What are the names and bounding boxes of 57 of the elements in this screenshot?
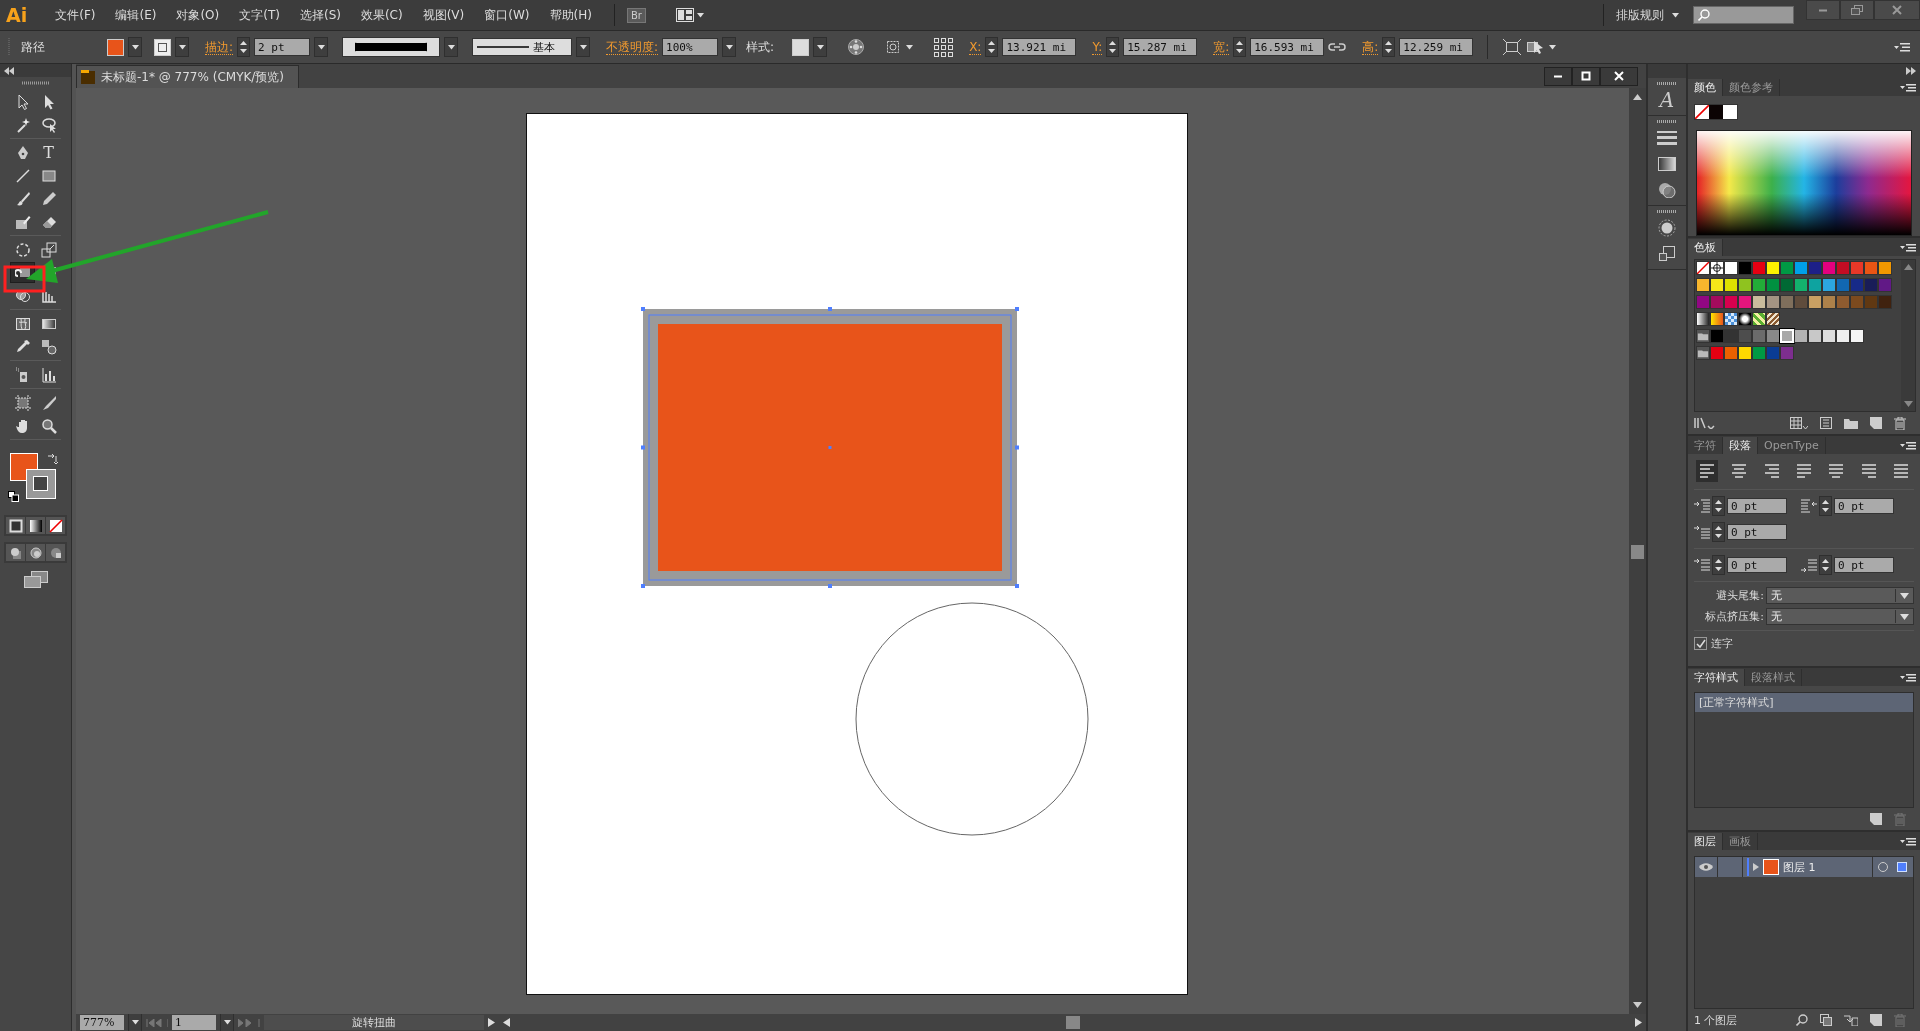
character-panel-button[interactable]: A xyxy=(1652,89,1682,111)
status-text[interactable]: 旋转扭曲 xyxy=(264,1015,484,1030)
layer-row[interactable]: 图层 1 xyxy=(1695,857,1913,877)
menu-item[interactable]: 对象(O) xyxy=(176,6,220,24)
document-tab[interactable]: 未标题-1* @ 777% (CMYK/预览) xyxy=(76,65,300,88)
menu-item[interactable]: 文件(F) xyxy=(55,6,96,24)
panel-tab[interactable]: 段落 xyxy=(1723,437,1758,454)
height-link[interactable]: 高: xyxy=(1362,39,1379,55)
app-logo: Ai xyxy=(6,4,28,26)
layer-name[interactable]: 图层 1 xyxy=(1783,859,1816,875)
value-field[interactable]: 15.287 mi xyxy=(1123,38,1198,56)
menu-item[interactable]: 窗口(W) xyxy=(484,6,530,24)
menu-item[interactable]: 编辑(E) xyxy=(115,6,157,24)
checkbox-label: 连字 xyxy=(1711,636,1733,651)
value-field[interactable]: 100% xyxy=(662,38,719,56)
panel-title: 色板 xyxy=(1688,239,1723,256)
bridge-button[interactable]: Br xyxy=(626,7,646,23)
value-field[interactable]: 0 pt xyxy=(1834,557,1894,573)
document-title: 未标题-1* @ 777% (CMYK/预览) xyxy=(101,68,285,86)
mojikumi-dropdown[interactable]: 无 xyxy=(1766,608,1914,625)
value-field[interactable]: 2 pt xyxy=(254,38,311,56)
style-label: 样式: xyxy=(746,38,775,56)
panel-tab[interactable]: 段落样式 xyxy=(1745,669,1802,686)
mojikumi-label: 标点挤压集: xyxy=(1705,609,1764,624)
layer-count: 1 个图层 xyxy=(1694,1012,1738,1028)
value-field[interactable]: 0 pt xyxy=(1834,498,1894,514)
value-field[interactable]: 0 pt xyxy=(1727,524,1787,540)
kinsoku-dropdown[interactable]: 无 xyxy=(1766,587,1914,604)
panel-tab[interactable]: OpenType xyxy=(1758,437,1826,454)
value-field[interactable]: 16.593 mi xyxy=(1250,38,1325,56)
stroke-panel-link[interactable]: 描边: xyxy=(205,39,234,55)
y-link[interactable]: Y: xyxy=(1092,39,1103,55)
menu-item[interactable]: 选择(S) xyxy=(299,6,341,24)
menu-item[interactable]: 帮助(H) xyxy=(549,6,592,24)
width-link[interactable]: 宽: xyxy=(1213,39,1230,55)
menu-item[interactable]: 视图(V) xyxy=(422,6,465,24)
x-link[interactable]: X: xyxy=(969,39,982,55)
brush-definition-field[interactable]: 基本 xyxy=(472,38,573,56)
panel-tab[interactable]: 图层 xyxy=(1688,833,1723,850)
type-tool[interactable]: T xyxy=(36,142,61,163)
value-field[interactable]: 12.259 mi xyxy=(1399,38,1474,56)
page-field[interactable]: 1 xyxy=(172,1015,216,1030)
workspace-switcher[interactable]: 排版规则 xyxy=(1603,4,1679,26)
menu-item[interactable]: 效果(C) xyxy=(360,6,403,24)
panel-tab[interactable]: 颜色 xyxy=(1688,79,1723,96)
kinsoku-label: 避头尾集: xyxy=(1716,588,1764,603)
panel-tab[interactable]: 颜色参考 xyxy=(1723,79,1780,96)
value-field[interactable]: 0 pt xyxy=(1727,498,1787,514)
style-list-item[interactable]: [正常字符样式] xyxy=(1695,693,1913,712)
menu-item[interactable]: 文字(T) xyxy=(239,6,280,24)
panel-tab[interactable]: 画板 xyxy=(1723,833,1758,850)
panel-tab[interactable]: 字符样式 xyxy=(1688,669,1745,686)
zoom-field[interactable]: 777% xyxy=(80,1015,124,1030)
value-field[interactable]: 0 pt xyxy=(1727,557,1787,573)
opacity-panel-link[interactable]: 不透明度: xyxy=(606,39,659,55)
selection-type-label: 路径 xyxy=(21,38,46,56)
value-field[interactable]: 13.921 mi xyxy=(1002,38,1077,56)
